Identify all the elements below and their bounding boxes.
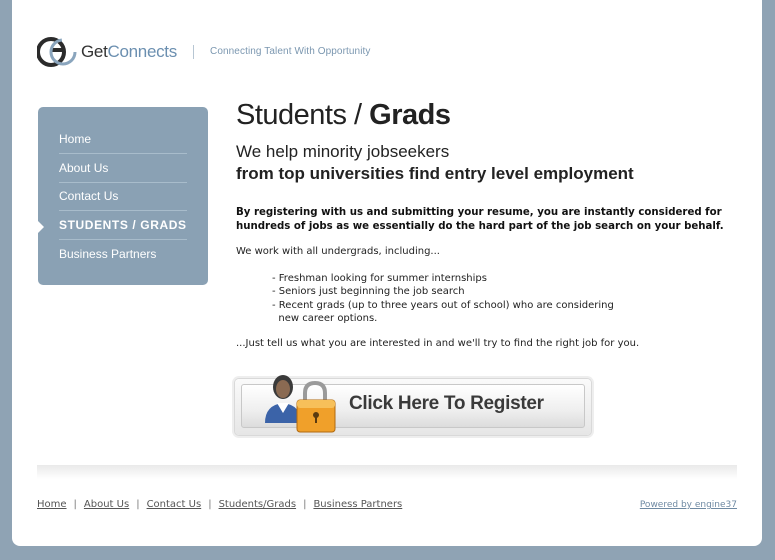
footer-divider [37,465,737,479]
subtitle-line-1: We help minority jobseekers [236,142,450,161]
logo-text: GetConnects [81,42,177,62]
logo-mark-icon [37,37,77,67]
list-item: new career options. [272,312,378,324]
footer-link-contact-us[interactable]: Contact Us [147,499,202,510]
page-container: GetConnects Connecting Talent With Oppor… [12,0,762,546]
intro-paragraph: By registering with us and submitting yo… [236,207,724,232]
footer-link-home[interactable]: Home [37,499,67,510]
register-button-label: Click Here To Register [349,393,544,414]
user-lock-icon [265,375,336,433]
sidebar-item-about-us[interactable]: About Us [59,154,187,183]
sidebar-item-contact-us[interactable]: Contact Us [59,182,187,211]
logo-text-connects: Connects [107,42,178,61]
list-item: - Freshman looking for summer internship… [272,273,487,284]
page-title: Students / Grads [236,99,451,132]
sidebar-nav: Home About Us Contact Us STUDENTS / GRAD… [38,107,208,285]
page-title-bold: Grads [369,99,451,131]
footer-link-students-grads[interactable]: Students/Grads [219,499,297,510]
logo-text-get: Get [81,42,108,61]
sidebar-item-students-grads[interactable]: STUDENTS / GRADS [59,211,187,240]
footer-separator: | [303,499,307,510]
subtitle-line-2: from top universities find entry level e… [236,164,634,183]
logo[interactable]: GetConnects [37,36,182,68]
sidebar-item-business-partners[interactable]: Business Partners [59,240,187,268]
sidebar-item-home[interactable]: Home [59,125,187,154]
footer-link-about-us[interactable]: About Us [84,499,129,510]
powered-by-link[interactable]: Powered by engine37 [640,500,737,510]
footer-separator: | [73,499,77,510]
page-title-light: Students / [236,99,370,131]
footer-separator: | [136,499,140,510]
footer-link-business-partners[interactable]: Business Partners [313,499,402,510]
bullet-list: - Freshman looking for summer internship… [272,272,672,325]
register-button[interactable]: Click Here To Register [235,375,591,435]
header-divider [193,45,194,59]
closing-text: ...Just tell us what you are interested … [236,338,640,349]
lead-text: We work with all undergrads, including..… [236,246,440,257]
footer-separator: | [208,499,212,510]
list-item: - Seniors just beginning the job search [272,286,465,298]
footer-nav: Home | About Us | Contact Us | Students/Grads |… [37,499,402,510]
active-indicator-icon [38,221,44,233]
list-item: - Recent grads (up to three years out of… [272,299,614,311]
tagline: Connecting Talent With Opportunity [210,46,371,57]
